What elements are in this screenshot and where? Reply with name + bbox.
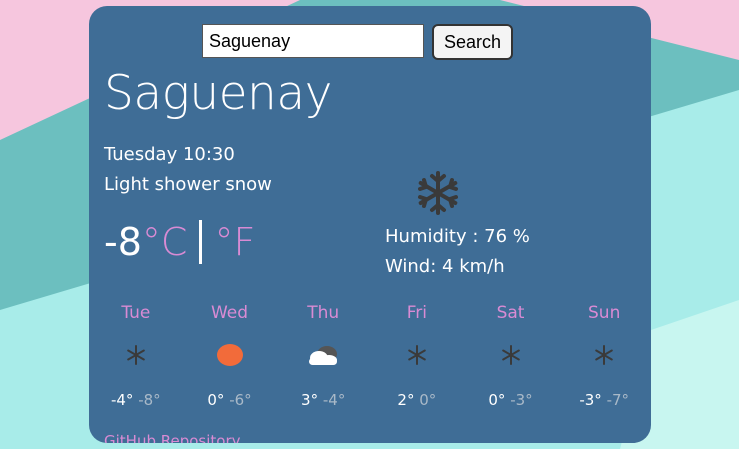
forecast-temps: 2° 0° <box>397 391 436 409</box>
forecast-min: -8° <box>138 391 161 409</box>
forecast-max: -4° <box>110 391 134 409</box>
forecast-min: -6° <box>229 391 252 409</box>
forecast-max: 3° <box>301 391 319 409</box>
weather-description: Light shower snow <box>104 174 272 195</box>
snowflake-icon <box>126 339 146 371</box>
weather-card: Search Saguenay Tuesday 10:30 Light show… <box>89 6 651 443</box>
forecast-min: -3° <box>510 391 533 409</box>
forecast-temps: 0° -3° <box>488 391 532 409</box>
forecast-temps: 0° -6° <box>207 391 251 409</box>
cloud-icon <box>305 339 341 371</box>
forecast-min: -4° <box>322 391 346 409</box>
forecast-day-name: Thu <box>307 303 340 323</box>
forecast-temps: -3° -7° <box>579 391 629 409</box>
forecast-day: Sat 0° -3° <box>464 303 558 409</box>
search-button[interactable]: Search <box>432 24 513 60</box>
forecast-max: 0° <box>207 391 225 409</box>
forecast-day: Thu 3° -4° <box>276 303 370 409</box>
forecast-min: -7° <box>606 391 630 409</box>
unit-divider <box>199 220 203 264</box>
forecast-day-name: Tue <box>121 303 151 323</box>
snowflake-icon <box>594 339 614 371</box>
forecast-day-name: Sat <box>496 303 525 323</box>
forecast-day: Fri 2° 0° <box>370 303 464 409</box>
sun-icon <box>216 339 244 371</box>
date-time: Tuesday 10:30 <box>104 144 235 165</box>
forecast-temps: -4° -8° <box>111 391 161 409</box>
forecast-row: Tue -4° -8° Wed 0° -6° Thu 3° -4° Fri 2°… <box>89 303 651 409</box>
forecast-temps: 3° -4° <box>301 391 345 409</box>
forecast-day-name: Sun <box>588 303 621 323</box>
temperature-value: -8 <box>104 220 142 264</box>
snowflake-icon <box>415 170 461 216</box>
forecast-day: Wed 0° -6° <box>183 303 277 409</box>
forecast-max: 2° <box>397 391 415 409</box>
forecast-day: Tue -4° -8° <box>89 303 183 409</box>
celsius-link[interactable]: °C <box>142 220 188 264</box>
city-name: Saguenay <box>104 66 332 121</box>
snowflake-icon <box>407 339 427 371</box>
forecast-max: -3° <box>579 391 602 409</box>
wind-text: Wind: 4 km/h <box>385 256 505 277</box>
temperature-block: -8 °C °F <box>104 220 255 264</box>
github-repository-link[interactable]: GitHub Repository <box>104 432 241 443</box>
forecast-day-name: Fri <box>406 303 427 323</box>
forecast-day-name: Wed <box>210 303 249 323</box>
forecast-max: 0° <box>488 391 506 409</box>
forecast-day: Sun -3° -7° <box>557 303 651 409</box>
forecast-min: 0° <box>419 391 437 409</box>
search-input[interactable] <box>202 24 424 58</box>
search-form: Search <box>202 24 513 60</box>
fahrenheit-link[interactable]: °F <box>214 220 255 264</box>
humidity-text: Humidity : 76 % <box>385 226 530 247</box>
snowflake-icon <box>501 339 521 371</box>
